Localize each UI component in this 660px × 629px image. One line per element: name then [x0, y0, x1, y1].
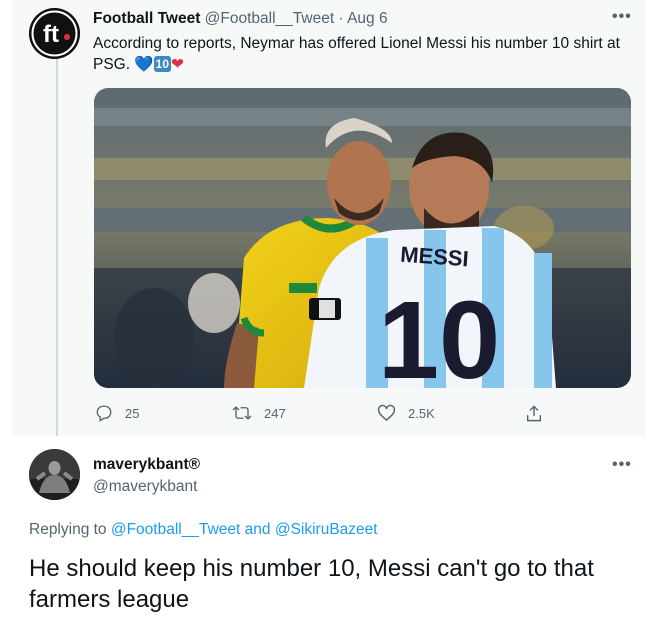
maverykbant-avatar[interactable]	[29, 449, 80, 500]
replying-user-link-2[interactable]: @SikiruBazeet	[275, 521, 378, 538]
retweet-action[interactable]: 247	[232, 403, 286, 423]
retweet-count: 247	[264, 405, 286, 421]
header-separator: ·	[338, 10, 344, 27]
share-action[interactable]	[525, 403, 555, 423]
jersey-number-text: 10	[378, 279, 500, 388]
more-options-icon[interactable]: •••	[612, 8, 632, 26]
reply-author-name[interactable]: maverykbant®	[93, 456, 200, 474]
heart-icon	[377, 404, 396, 422]
registered-mark: ®	[188, 456, 201, 473]
replying-to-label: Replying to	[29, 521, 107, 538]
parent-tweet-header: Football Tweet @Football__Tweet · Aug 6	[93, 9, 388, 29]
author-name[interactable]: Football Tweet	[93, 10, 200, 27]
reply-icon	[96, 405, 112, 422]
jersey-name-text: MESSI	[400, 242, 470, 272]
tweet-date[interactable]: Aug 6	[347, 10, 388, 27]
reply-author-handle[interactable]: @maverykbant	[93, 478, 197, 496]
keycap-ten-icon: 10	[153, 56, 172, 72]
replying-and: and	[244, 521, 271, 538]
replying-user-link-1[interactable]: @Football__Tweet	[111, 521, 240, 538]
reply-count: 25	[125, 405, 140, 421]
retweet-icon	[232, 406, 252, 420]
tweet-photo[interactable]: MESSI 10	[94, 88, 631, 388]
red-heart-icon: ❤	[171, 56, 185, 73]
reply-more-options-icon[interactable]: •••	[612, 456, 632, 474]
reply-action[interactable]: 25	[95, 403, 139, 423]
share-icon	[526, 404, 542, 421]
football-tweet-avatar[interactable]: ft	[29, 8, 80, 59]
avatar-logo-text: ft	[43, 21, 59, 48]
author-handle[interactable]: @Football__Tweet	[205, 10, 334, 27]
parent-tweet-text: According to reports, Neymar has offered…	[93, 33, 633, 75]
like-count: 2.5K	[408, 405, 435, 421]
replying-to-line: Replying to @Football__Tweet and @Sikiru…	[29, 521, 378, 539]
thread-line	[56, 54, 58, 436]
like-action[interactable]: 2.5K	[377, 403, 435, 423]
reply-tweet-text: He should keep his number 10, Messi can'…	[29, 555, 594, 613]
blue-heart-icon: 💙	[134, 56, 154, 73]
reply-author-name-text: maverykbant	[93, 456, 189, 473]
